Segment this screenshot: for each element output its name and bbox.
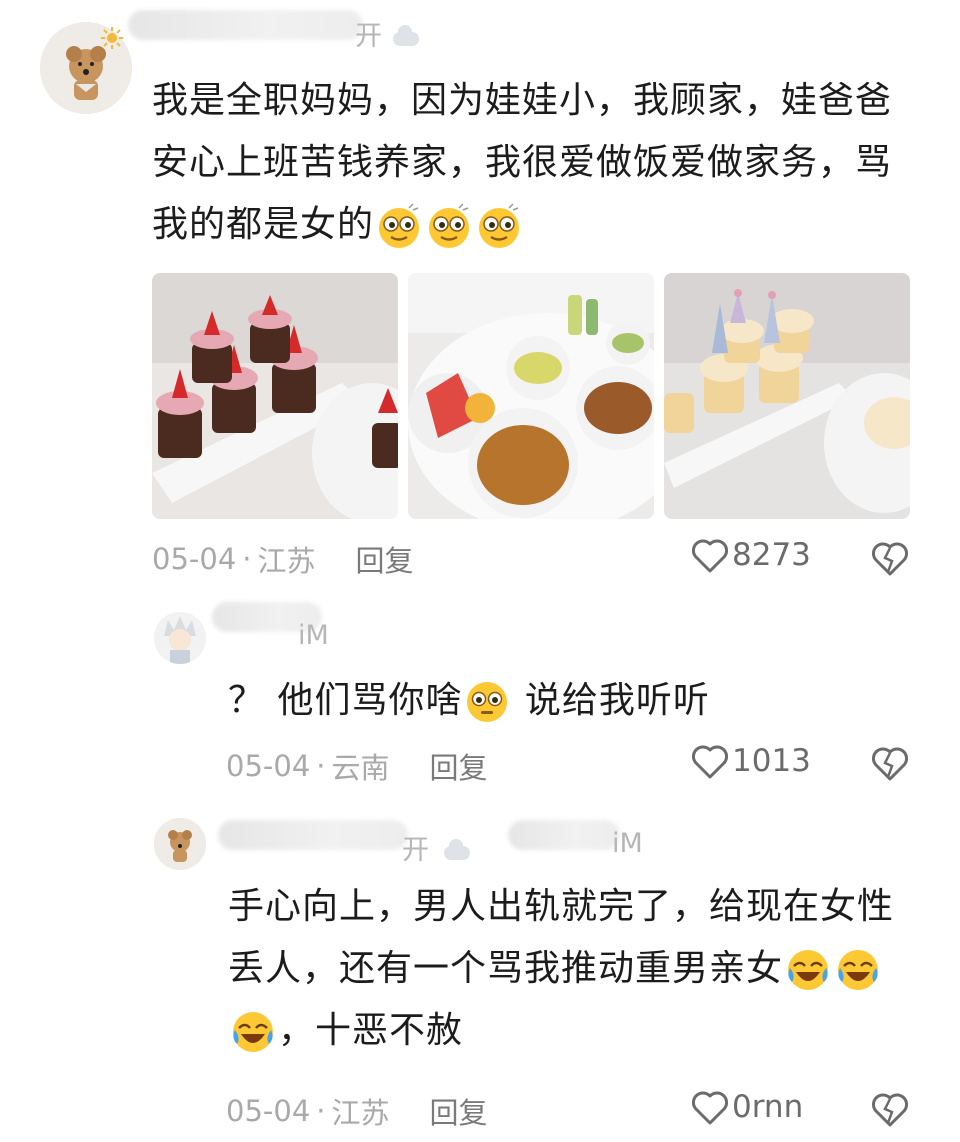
- cupcakes-chocolate-photo[interactable]: [152, 273, 398, 519]
- comment-thread: 开 我是全职妈妈，因为娃娃小，我顾家，娃爸爸 安心上班苦钱养家，我很爱做饭爱做家…: [0, 0, 960, 1142]
- like-button[interactable]: 0rnn: [690, 1088, 803, 1126]
- username-redacted[interactable]: [128, 10, 363, 40]
- username-redacted[interactable]: [508, 820, 620, 850]
- broken-heart-icon[interactable]: [870, 744, 910, 786]
- dizzy-face-emoji: [374, 203, 424, 248]
- heart-icon: [691, 745, 729, 779]
- username-suffix: 开: [402, 835, 429, 866]
- dinner-plates-photo[interactable]: [408, 273, 654, 519]
- like-button[interactable]: 1013: [690, 742, 811, 780]
- dizzy-face-emoji: [474, 203, 524, 248]
- comment-2-text: ？ 他们骂你啥 说给我听听: [228, 670, 928, 732]
- comment-date: 05-04: [152, 542, 237, 576]
- comment-date: 05-04: [226, 1094, 311, 1128]
- like-count: 1013: [732, 743, 811, 779]
- comment-2-text-part-1: ？ 他们骂你啥: [228, 680, 463, 721]
- crying-laughing-emoji: [228, 1010, 278, 1052]
- comment-1-line-2: 安心上班苦钱养家，我很爱做饭爱做家务，骂: [152, 142, 893, 183]
- comment-3-line-2-text: 丢人，还有一个骂我推动重男亲女: [228, 948, 784, 989]
- comment-3-line-1: 手心向上，男人出轨就完了，给现在女性: [228, 886, 895, 927]
- crying-laughing-emoji: [833, 948, 883, 990]
- heart-icon: [691, 539, 729, 573]
- reply-button[interactable]: 回复: [430, 1090, 488, 1132]
- comment-1-line-3-text: 我的都是女的: [152, 204, 375, 245]
- broken-heart-icon[interactable]: [870, 1090, 910, 1132]
- like-count: 0rnn: [732, 1089, 804, 1125]
- meta-separator: ·: [316, 1094, 326, 1128]
- heart-icon: [691, 1091, 729, 1125]
- comment-3-line-3-text: ，十恶不赦: [278, 1010, 464, 1051]
- avatar-anime[interactable]: [154, 612, 206, 664]
- comment-1-line-1: 我是全职妈妈，因为娃娃小，我顾家，娃爸爸: [152, 80, 893, 121]
- comment-3-text: 手心向上，男人出轨就完了，给现在女性 丢人，还有一个骂我推动重男亲女 ，十恶不赦: [228, 876, 928, 1062]
- comment-3-line-3: ，十恶不赦: [228, 1000, 928, 1062]
- comment-location: 云南: [331, 751, 390, 785]
- comment-1-line-3: 我的都是女的: [152, 194, 932, 256]
- avatar-dog[interactable]: [154, 818, 206, 870]
- like-button[interactable]: 8273: [690, 536, 811, 574]
- meta-separator: ·: [316, 749, 326, 783]
- sun-icon: [100, 26, 124, 54]
- comment-2-text-part-2: 说给我听听: [512, 680, 710, 721]
- reply-button[interactable]: 回复: [356, 538, 414, 580]
- crying-laughing-emoji: [783, 948, 833, 990]
- comment-2-meta: 05-04 · 云南 回复: [226, 745, 488, 787]
- dizzy-face-emoji: [424, 203, 474, 248]
- username-suffix: 开: [355, 21, 382, 52]
- comment-date: 05-04: [226, 749, 311, 783]
- comment-location: 江苏: [331, 1096, 390, 1130]
- comment-location: 江苏: [257, 544, 316, 578]
- comment-3-line-2: 丢人，还有一个骂我推动重男亲女: [228, 938, 928, 1000]
- like-count: 8273: [732, 537, 811, 573]
- meta-separator: ·: [242, 542, 252, 576]
- flushed-face-emoji: [462, 680, 512, 722]
- cloud-icon: [393, 25, 419, 46]
- reply-button[interactable]: 回复: [430, 745, 488, 787]
- comment-3-meta: 05-04 · 江苏 回复: [226, 1090, 488, 1132]
- broken-heart-icon[interactable]: [870, 539, 910, 581]
- comment-1-meta: 05-04 · 江苏 回复: [152, 538, 414, 580]
- username-suffix: iM: [612, 828, 643, 859]
- username-redacted[interactable]: [218, 820, 408, 850]
- comment-1-text: 我是全职妈妈，因为娃娃小，我顾家，娃爸爸 安心上班苦钱养家，我很爱做饭爱做家务，…: [152, 70, 932, 256]
- cupcakes-party-photo[interactable]: [664, 273, 910, 519]
- cloud-icon: [444, 839, 470, 860]
- username-suffix: iM: [298, 620, 329, 651]
